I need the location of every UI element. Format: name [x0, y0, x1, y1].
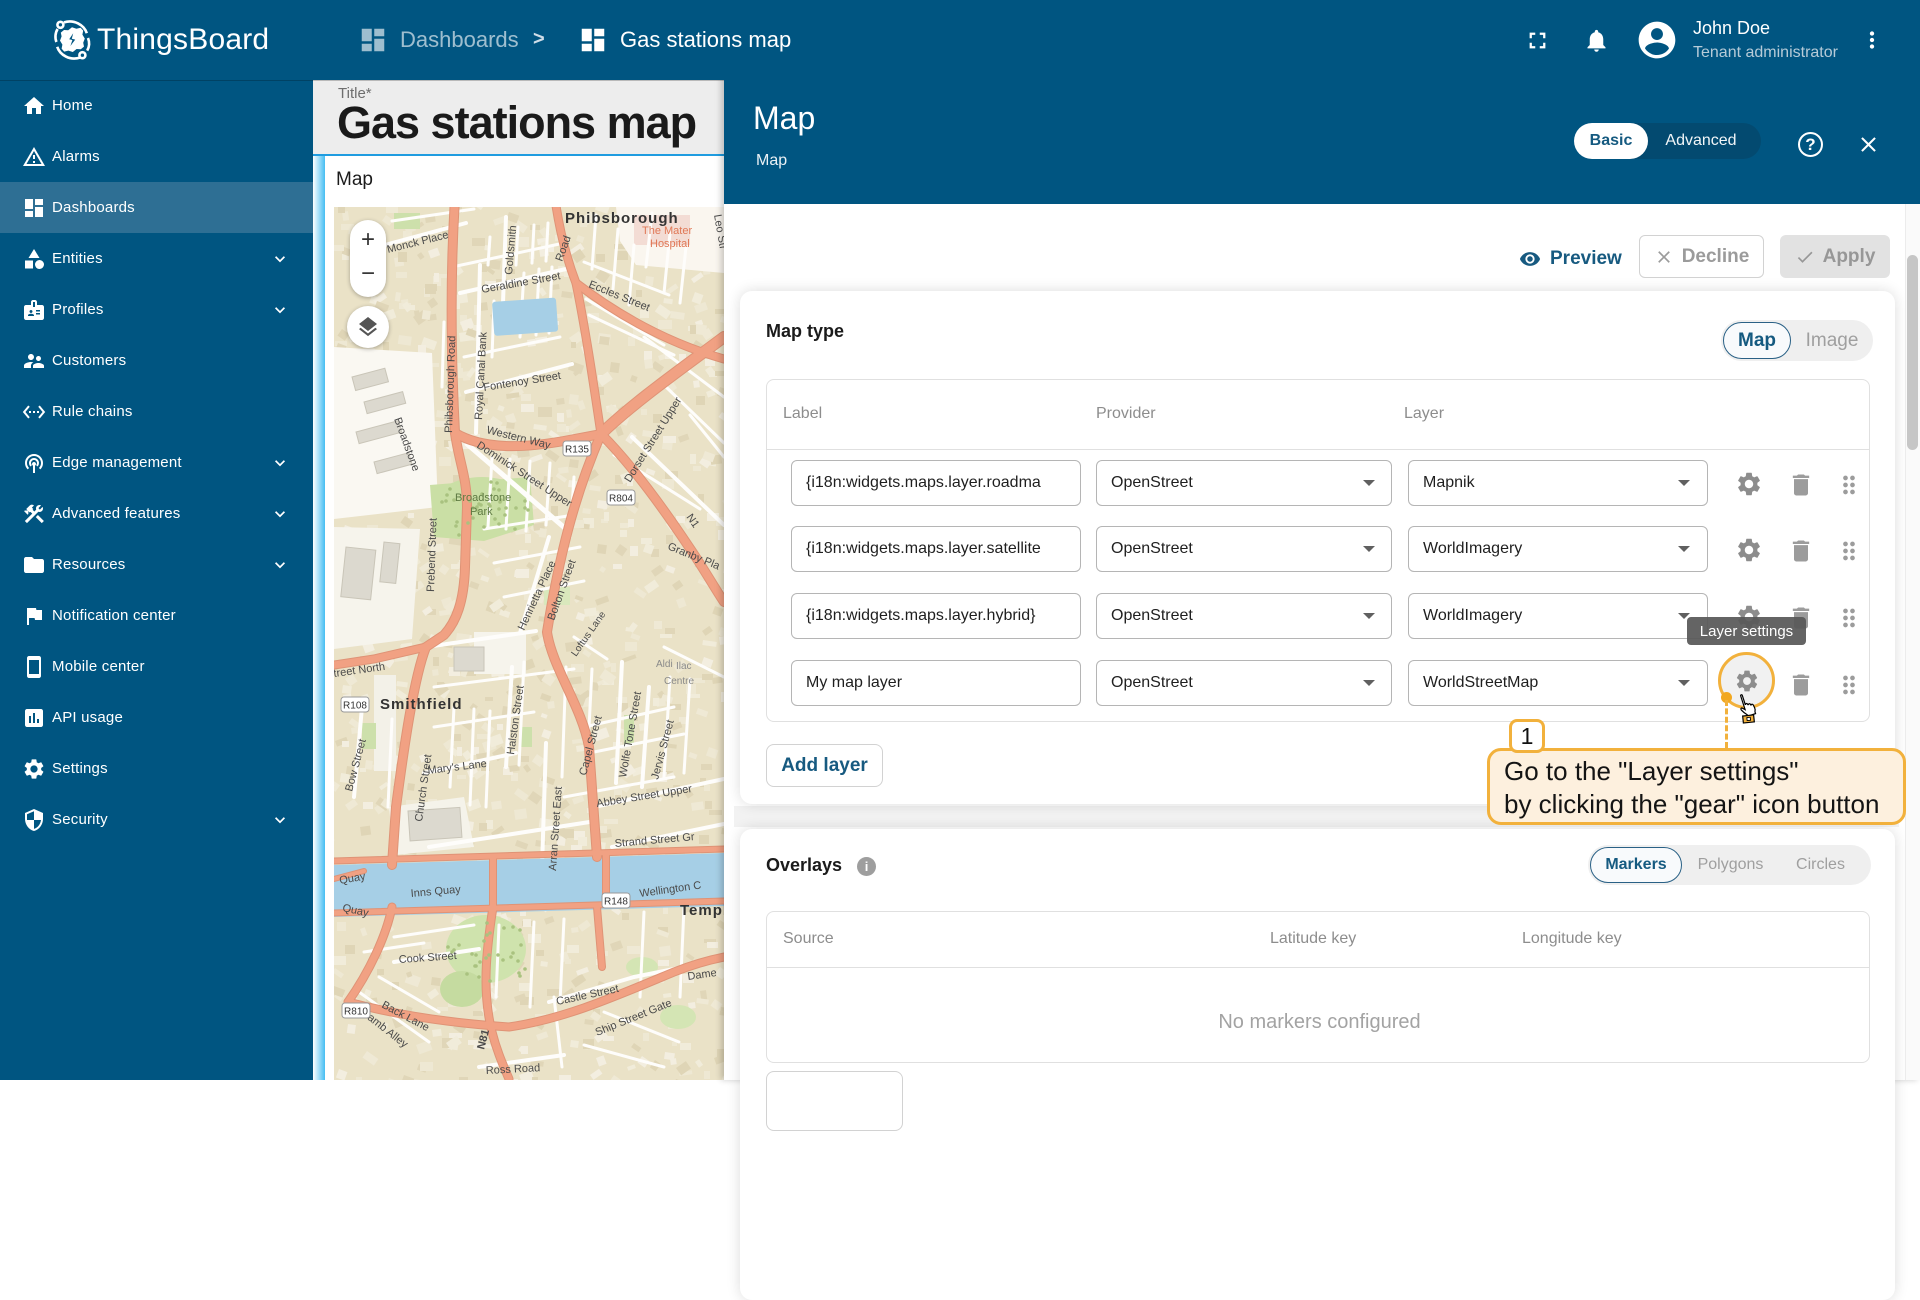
svg-text:Park: Park [470, 506, 493, 518]
svg-text:R108: R108 [343, 701, 367, 712]
svg-text:Templ: Templ [680, 902, 724, 919]
svg-text:R810: R810 [344, 1007, 368, 1018]
svg-text:R135: R135 [565, 445, 589, 456]
svg-text:The Mater: The Mater [642, 225, 692, 237]
svg-text:Centre: Centre [664, 676, 694, 687]
svg-text:R804: R804 [609, 494, 633, 505]
svg-text:Aldi: Aldi [656, 659, 673, 670]
svg-text:Smithfield: Smithfield [380, 696, 463, 713]
svg-text:Broadstone: Broadstone [455, 492, 511, 504]
svg-text:Ilac: Ilac [676, 661, 692, 672]
svg-text:R148: R148 [604, 897, 628, 908]
svg-text:Hospital: Hospital [650, 238, 690, 250]
